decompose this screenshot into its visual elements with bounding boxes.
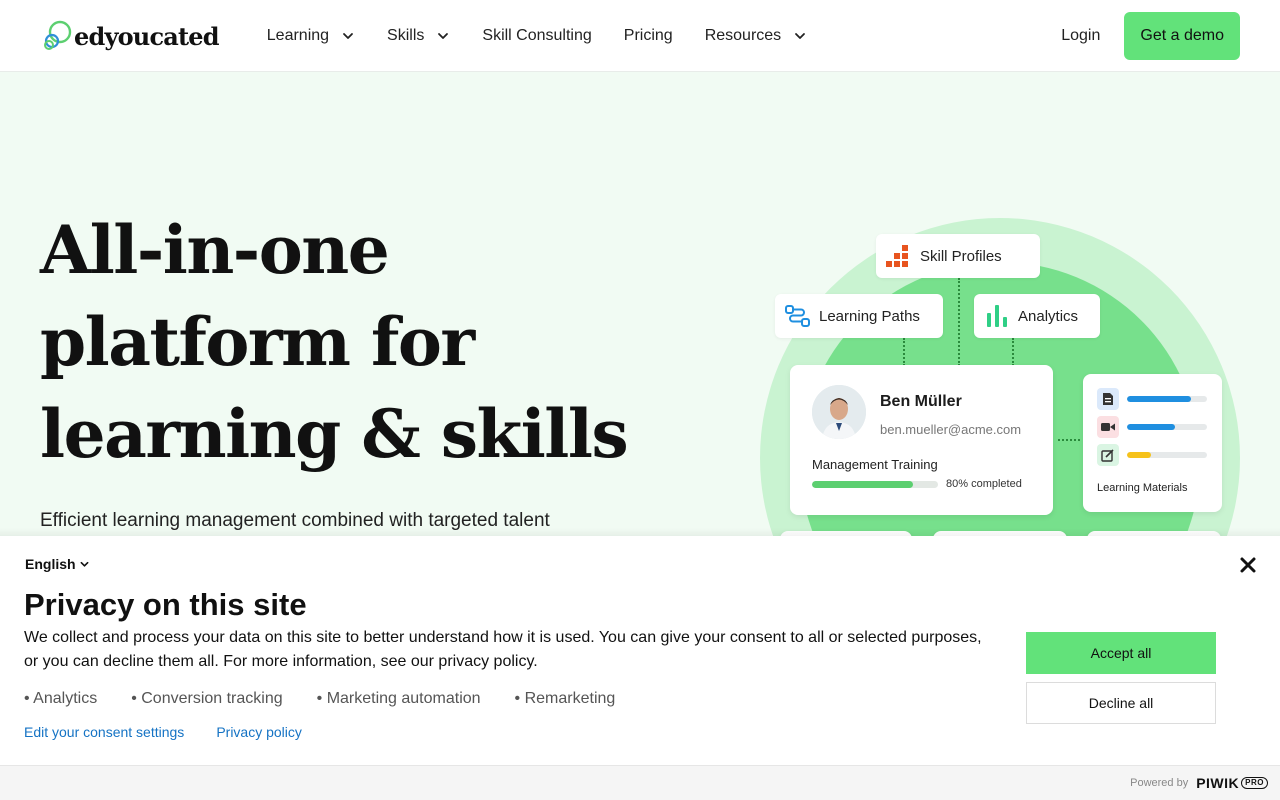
profile-email: ben.mueller@acme.com — [880, 422, 1022, 437]
banner-links: Edit your consent settings Privacy polic… — [24, 724, 334, 740]
nav-pricing[interactable]: Pricing — [624, 27, 673, 45]
chip-skill-profiles-label: Skill Profiles — [920, 247, 1002, 265]
cookie-consent-banner: English Privacy on this site We collect … — [0, 536, 1280, 800]
banner-description: We collect and process your data on this… — [24, 629, 982, 670]
hero-title-line-3: learning & skills — [40, 395, 629, 473]
chevron-down-icon — [438, 32, 449, 39]
chevron-down-icon — [795, 32, 806, 39]
chevron-down-icon — [80, 561, 89, 567]
material-progress-bar — [1127, 424, 1207, 430]
nav-learning[interactable]: Learning — [267, 27, 355, 45]
powered-by: Powered by PIWIK PRO — [1130, 775, 1268, 791]
training-progress-label: 80% completed — [946, 478, 1022, 490]
nav-actions: Login Get a demo — [1061, 11, 1240, 60]
banner-footer: Powered by PIWIK PRO — [0, 765, 1280, 800]
nav-resources[interactable]: Resources — [705, 27, 807, 45]
material-row — [1097, 416, 1207, 438]
video-icon — [1097, 416, 1119, 438]
chip-learning-paths: Learning Paths — [775, 294, 943, 338]
learning-materials-label: Learning Materials — [1097, 482, 1188, 494]
decline-all-button[interactable]: Decline all — [1026, 682, 1216, 724]
nav-resources-label: Resources — [704, 26, 782, 44]
training-name: Management Training — [812, 457, 938, 472]
purpose-item: • Conversion tracking — [131, 690, 283, 707]
material-progress-fill — [1127, 452, 1151, 458]
chip-learning-paths-label: Learning Paths — [819, 307, 920, 325]
logo-icon — [44, 20, 72, 50]
path-icon — [785, 303, 811, 329]
material-progress-bar — [1127, 396, 1207, 402]
material-progress-fill — [1127, 424, 1175, 430]
language-select[interactable]: English — [25, 556, 89, 572]
privacy-policy-link[interactable]: Privacy policy — [216, 724, 302, 740]
accept-all-button[interactable]: Accept all — [1026, 632, 1216, 674]
avatar — [812, 385, 866, 439]
chip-skill-profiles: Skill Profiles — [876, 234, 1040, 278]
profile-name: Ben Müller — [880, 393, 962, 410]
connector-line — [1012, 338, 1014, 366]
purpose-list: • Analytics • Conversion tracking • Mark… — [24, 690, 649, 708]
skill-blocks-icon — [886, 243, 912, 269]
hero-title: All-in-one platform for learning & skill… — [40, 204, 660, 480]
hero-title-line-2: platform for — [40, 303, 475, 381]
banner-title: Privacy on this site — [24, 587, 307, 622]
purpose-item: • Remarketing — [514, 690, 616, 707]
main-menu: Learning Skills Skill Consulting Pricing… — [267, 27, 839, 45]
material-progress-fill — [1127, 396, 1191, 402]
connector-line — [958, 278, 960, 366]
training-progress-fill — [812, 481, 913, 488]
document-icon — [1097, 388, 1119, 410]
material-row — [1097, 388, 1207, 410]
edit-consent-link[interactable]: Edit your consent settings — [24, 724, 184, 740]
nav-skill-consulting[interactable]: Skill Consulting — [482, 27, 591, 45]
hero-illustration: Skill Profiles Learning Paths Analytics — [740, 210, 1260, 698]
chevron-down-icon — [343, 32, 353, 39]
nav-skills-label: Skills — [387, 26, 425, 44]
top-navbar: edyoucated Learning Skills Skill Consult… — [0, 0, 1280, 72]
nav-skill-consulting-label: Skill Consulting — [482, 26, 592, 44]
hero-title-line-1: All-in-one — [40, 211, 390, 289]
edit-icon — [1097, 444, 1119, 466]
bar-chart-icon — [984, 303, 1010, 329]
close-icon[interactable] — [1239, 556, 1257, 574]
piwik-pro-logo: PIWIK PRO — [1196, 775, 1268, 791]
training-progress-bar — [812, 481, 938, 488]
material-row — [1097, 444, 1207, 466]
piwik-logo-text: PIWIK — [1196, 775, 1240, 791]
purpose-item: • Marketing automation — [316, 690, 481, 707]
nav-pricing-label: Pricing — [623, 26, 673, 44]
connector-line — [1058, 439, 1080, 441]
powered-by-label: Powered by — [1130, 777, 1189, 789]
chip-analytics: Analytics — [974, 294, 1100, 338]
piwik-pro-badge: PRO — [1241, 777, 1268, 789]
language-select-label: English — [25, 556, 76, 572]
brand-logo[interactable]: edyoucated — [40, 18, 220, 54]
nav-skills[interactable]: Skills — [387, 27, 450, 45]
brand-name: edyoucated — [74, 21, 220, 51]
login-link[interactable]: Login — [1061, 27, 1100, 45]
purpose-item: • Analytics — [24, 690, 98, 707]
connector-line — [903, 338, 905, 366]
learning-materials-card: Learning Materials — [1083, 374, 1222, 512]
profile-card: Ben Müller ben.mueller@acme.com Manageme… — [790, 365, 1053, 515]
chip-analytics-label: Analytics — [1018, 307, 1079, 325]
nav-learning-label: Learning — [266, 26, 330, 44]
material-progress-bar — [1127, 452, 1207, 458]
get-demo-button[interactable]: Get a demo — [1124, 11, 1240, 60]
